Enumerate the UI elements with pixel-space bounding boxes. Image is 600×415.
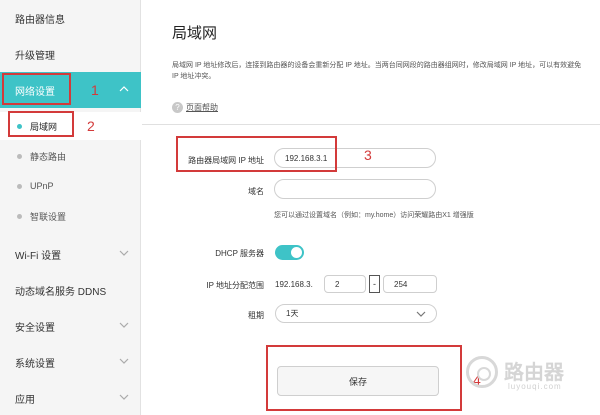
toggle-knob	[291, 247, 302, 258]
sidebar-item-security[interactable]: 安全设置	[0, 308, 141, 344]
chevron-up-icon	[119, 86, 129, 92]
sidebar-item-label: 应用	[15, 394, 35, 406]
sidebar-item-label: 动态域名服务 DDNS	[15, 286, 107, 298]
page-title: 局域网	[172, 25, 218, 42]
watermark-name: 路由器	[504, 362, 564, 384]
sidebar-item-upgrade[interactable]: 升级管理	[0, 36, 141, 72]
annotation-number-2: 2	[87, 118, 95, 134]
annotation-box-4	[266, 345, 462, 411]
sidebar-subitem-label: 静态路由	[30, 151, 67, 162]
annotation-box-3	[176, 136, 337, 172]
sidebar-item-ddns[interactable]: 动态域名服务 DDNS	[0, 272, 141, 308]
domain-hint: 您可以通过设置域名（例如：my.home）访问荣耀路由X1 增强版	[274, 212, 474, 219]
sidebar-item-label: 系统设置	[15, 358, 55, 370]
sidebar-subitem-upnp[interactable]: UPnP	[0, 172, 141, 200]
ip-range-start-input[interactable]: 2	[324, 275, 366, 293]
dhcp-toggle[interactable]	[275, 245, 304, 260]
ip-range-end-input[interactable]: 254	[383, 275, 437, 293]
lease-select[interactable]: 1天	[275, 304, 437, 323]
watermark-badge-icon	[466, 356, 498, 388]
sidebar-subitem-label: 智联设置	[30, 211, 67, 222]
sidebar-subitem-static-route[interactable]: 静态路由	[0, 142, 141, 170]
annotation-number-1: 1	[91, 82, 99, 98]
help-link[interactable]: ? 页面帮助	[172, 102, 218, 113]
bullet-icon	[17, 214, 22, 219]
watermark-logo: 路由器 luyouqi.com	[466, 352, 594, 404]
sidebar-item-label: 安全设置	[15, 322, 55, 334]
chevron-down-icon	[119, 394, 129, 400]
sidebar-item-label: Wi-Fi 设置	[15, 250, 62, 262]
lease-label: 租期	[248, 311, 264, 320]
annotation-box-1	[2, 73, 71, 105]
dhcp-label: DHCP 服务器	[215, 249, 264, 258]
sidebar-item-router-info[interactable]: 路由器信息	[0, 0, 141, 36]
sidebar-subitem-smart-link[interactable]: 智联设置	[0, 202, 141, 230]
page-description: 局域网 IP 地址修改后，连接到路由器的设备会重新分配 IP 地址。当两台同网段…	[172, 62, 582, 80]
chevron-down-icon	[119, 250, 129, 256]
sidebar: 路由器信息 升级管理 网络设置 局域网 静态路由 UPnP 智联设置 Wi-Fi…	[0, 0, 141, 415]
sidebar-item-label: 路由器信息	[15, 14, 65, 26]
domain-input[interactable]	[274, 179, 436, 199]
help-link-label: 页面帮助	[186, 103, 218, 112]
sidebar-item-apps[interactable]: 应用	[0, 380, 141, 415]
annotation-box-2	[8, 111, 74, 137]
sidebar-item-wifi[interactable]: Wi-Fi 设置	[0, 236, 141, 272]
chevron-down-icon	[119, 322, 129, 328]
lease-select-value: 1天	[286, 309, 299, 318]
ip-range-label: IP 地址分配范围	[206, 281, 264, 290]
chevron-down-icon	[416, 311, 426, 317]
sidebar-item-label: 升级管理	[15, 50, 55, 62]
sidebar-subitem-label: UPnP	[30, 181, 54, 191]
bullet-icon	[17, 184, 22, 189]
bullet-icon	[17, 154, 22, 159]
domain-label: 域名	[248, 187, 264, 196]
watermark-url: luyouqi.com	[508, 382, 562, 391]
chevron-down-icon	[119, 358, 129, 364]
annotation-number-3: 3	[364, 147, 372, 163]
ip-range-separator: -	[369, 275, 380, 293]
help-icon: ?	[172, 102, 183, 113]
ip-range-prefix: 192.168.3.	[275, 280, 313, 289]
sidebar-item-system[interactable]: 系统设置	[0, 344, 141, 380]
divider	[142, 124, 600, 125]
